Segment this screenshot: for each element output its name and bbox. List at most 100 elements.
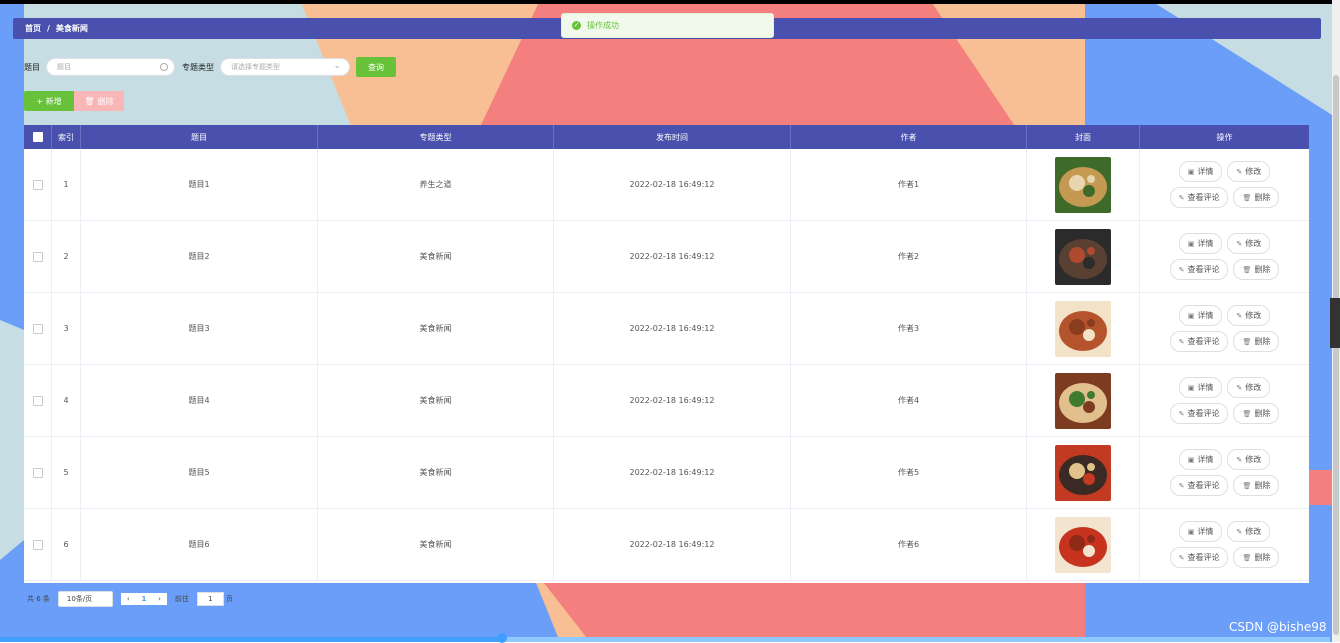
detail-button[interactable]: ▣ 详情: [1178, 305, 1223, 326]
page-size-select[interactable]: 10条/页: [57, 591, 113, 607]
horizontal-scroll-track[interactable]: [0, 633, 1330, 643]
comments-label: 查看评论: [1187, 409, 1220, 418]
row-author: 作者4: [791, 365, 1027, 436]
document-icon: ▣: [1187, 239, 1195, 248]
detail-button[interactable]: ▣ 详情: [1178, 161, 1223, 182]
next-page-icon[interactable]: ›: [158, 595, 161, 603]
detail-label: 详情: [1197, 455, 1214, 464]
delete-button[interactable]: 🗑 删除: [1233, 331, 1280, 352]
row-checkbox[interactable]: [32, 323, 43, 334]
type-select-placeholder: 请选择专题类型: [231, 63, 280, 71]
edit-label: 修改: [1245, 311, 1262, 320]
row-checkbox[interactable]: [32, 467, 43, 478]
edit-button[interactable]: ✎ 修改: [1227, 305, 1271, 326]
chevron-down-icon: ⌄: [333, 61, 341, 71]
row-checkbox[interactable]: [32, 251, 43, 262]
edit-button[interactable]: ✎ 修改: [1227, 377, 1271, 398]
view-comments-button[interactable]: ✎ 查看评论: [1169, 475, 1229, 496]
delete-label: 删除: [1254, 265, 1271, 274]
view-comments-button[interactable]: ✎ 查看评论: [1169, 259, 1229, 280]
cover-image[interactable]: [1055, 516, 1111, 573]
cover-image[interactable]: [1055, 300, 1111, 357]
edit-icon: ✎: [1178, 409, 1185, 418]
cover-image[interactable]: [1055, 372, 1111, 429]
row-publish-time: 2022-02-18 16:49:12: [554, 509, 791, 580]
query-button[interactable]: 查询: [356, 57, 396, 77]
title-search-input[interactable]: 题目: [46, 58, 175, 76]
detail-label: 详情: [1197, 311, 1214, 320]
edit-icon: ✎: [1236, 311, 1243, 320]
prev-page-icon[interactable]: ‹: [127, 595, 130, 603]
row-author: 作者6: [791, 509, 1027, 580]
detail-button[interactable]: ▣ 详情: [1178, 233, 1223, 254]
batch-delete-button[interactable]: 🗑 删除: [74, 91, 124, 111]
page-size-value: 10条/页: [66, 595, 93, 603]
view-comments-button[interactable]: ✎ 查看评论: [1169, 187, 1229, 208]
delete-label: 删除: [1254, 337, 1271, 346]
edit-button[interactable]: ✎ 修改: [1227, 521, 1271, 542]
row-publish-time: 2022-02-18 16:49:12: [554, 365, 791, 436]
cover-image[interactable]: [1055, 444, 1111, 501]
comments-label: 查看评论: [1187, 481, 1220, 490]
view-comments-button[interactable]: ✎ 查看评论: [1169, 547, 1229, 568]
table-row: 3 题目3 美食新闻 2022-02-18 16:49:12 作者3 ▣ 详情 ✎…: [24, 293, 1309, 365]
row-checkbox[interactable]: [32, 539, 43, 550]
row-actions: ▣ 详情 ✎ 修改 ✎ 查看评论 🗑 删除: [1140, 437, 1309, 508]
row-select[interactable]: [24, 509, 52, 580]
batch-delete-label: 删除: [97, 96, 114, 106]
cover-image[interactable]: [1055, 228, 1111, 285]
delete-button[interactable]: 🗑 删除: [1233, 547, 1280, 568]
row-select[interactable]: [24, 221, 52, 292]
delete-button[interactable]: 🗑 删除: [1233, 403, 1280, 424]
header-select-all[interactable]: [24, 125, 52, 149]
edit-button[interactable]: ✎ 修改: [1227, 449, 1271, 470]
edit-icon: ✎: [1178, 553, 1185, 562]
document-icon: ▣: [1187, 383, 1195, 392]
row-select[interactable]: [24, 149, 52, 220]
side-panel-handle[interactable]: [1330, 298, 1340, 348]
row-type: 养生之道: [318, 149, 554, 220]
row-cover: [1027, 149, 1140, 220]
view-comments-button[interactable]: ✎ 查看评论: [1169, 403, 1229, 424]
detail-button[interactable]: ▣ 详情: [1178, 521, 1223, 542]
add-button[interactable]: + 新增: [24, 91, 74, 111]
row-select[interactable]: [24, 365, 52, 436]
view-comments-button[interactable]: ✎ 查看评论: [1169, 331, 1229, 352]
row-select[interactable]: [24, 437, 52, 508]
delete-button[interactable]: 🗑 删除: [1233, 187, 1280, 208]
edit-button[interactable]: ✎ 修改: [1227, 161, 1271, 182]
cover-image[interactable]: [1055, 156, 1111, 213]
window-top-bar: [0, 0, 1340, 4]
table-row: 2 题目2 美食新闻 2022-02-18 16:49:12 作者2 ▣ 详情 ✎…: [24, 221, 1309, 293]
comments-label: 查看评论: [1187, 553, 1220, 562]
detail-button[interactable]: ▣ 详情: [1178, 377, 1223, 398]
page-numbers: ‹ 1 ›: [120, 593, 167, 605]
edit-label: 修改: [1245, 167, 1262, 176]
detail-button[interactable]: ▣ 详情: [1178, 449, 1223, 470]
row-cover: [1027, 437, 1140, 508]
header-publish-time: 发布时间: [554, 125, 791, 149]
breadcrumb-home[interactable]: 首页: [25, 23, 41, 34]
goto-page-input[interactable]: 1: [196, 592, 224, 606]
row-select[interactable]: [24, 293, 52, 364]
row-title: 题目1: [81, 149, 318, 220]
row-actions: ▣ 详情 ✎ 修改 ✎ 查看评论 🗑 删除: [1140, 509, 1309, 580]
row-publish-time: 2022-02-18 16:49:12: [554, 293, 791, 364]
edit-button[interactable]: ✎ 修改: [1227, 233, 1271, 254]
delete-label: 删除: [1254, 193, 1271, 202]
row-checkbox[interactable]: [32, 179, 43, 190]
type-select[interactable]: 请选择专题类型 ⌄: [220, 58, 350, 76]
delete-button[interactable]: 🗑 删除: [1233, 475, 1280, 496]
delete-label: 删除: [1254, 481, 1271, 490]
header-index: 索引: [52, 125, 81, 149]
action-buttons: + 新增 🗑 删除: [24, 91, 124, 111]
trash-icon: 🗑: [1242, 337, 1252, 346]
goto-label: 前往: [174, 595, 189, 603]
select-all-checkbox[interactable]: [32, 132, 43, 142]
row-type: 美食新闻: [318, 293, 554, 364]
scrollbar-thumb[interactable]: [1333, 75, 1339, 635]
edit-icon: ✎: [1236, 239, 1243, 248]
current-page[interactable]: 1: [141, 595, 146, 603]
delete-button[interactable]: 🗑 删除: [1233, 259, 1280, 280]
row-checkbox[interactable]: [32, 395, 43, 406]
